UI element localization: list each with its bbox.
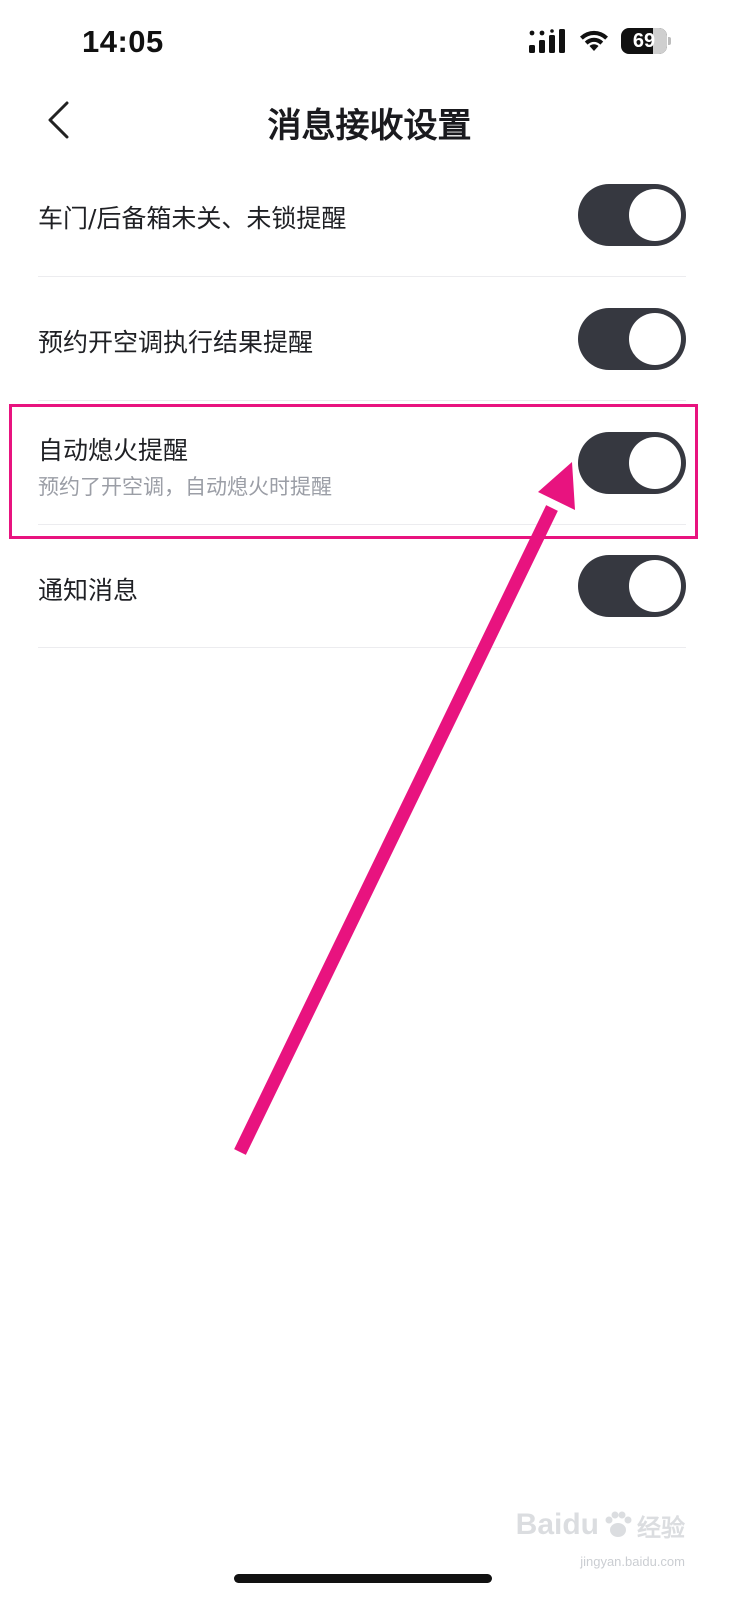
wifi-icon [580, 30, 608, 51]
ac-result-reminder-toggle[interactable] [578, 308, 686, 370]
toggle-knob [629, 189, 681, 241]
watermark-cn: 经验 [637, 1513, 685, 1542]
nav-bar: 消息接收设置 [0, 90, 739, 150]
status-icons: 69 [529, 28, 671, 54]
toggle-knob [629, 437, 681, 489]
battery-percent: 69 [632, 30, 656, 52]
setting-row-notification-messages: 通知消息 [38, 525, 686, 648]
toggle-knob [629, 313, 681, 365]
setting-label: 自动熄火提醒 [38, 436, 189, 465]
setting-label: 预约开空调执行结果提醒 [38, 328, 314, 357]
signal-icon [529, 29, 565, 53]
setting-row-door-trunk-reminder: 车门/后备箱未关、未锁提醒 [38, 154, 686, 277]
watermark-brand: Baidu [515, 1508, 599, 1541]
status-bar: 14:05 69 [0, 0, 739, 90]
page-title: 消息接收设置 [267, 106, 472, 146]
paw-icon [605, 1511, 632, 1537]
setting-label: 车门/后备箱未关、未锁提醒 [38, 204, 347, 233]
battery-body: 69 [621, 28, 667, 54]
battery-cap [668, 37, 671, 45]
baidu-jingyan-watermark: Baidu 经验 [516, 1500, 685, 1550]
status-time: 14:05 [82, 24, 164, 59]
auto-engine-off-reminder-toggle[interactable] [578, 432, 686, 494]
toggle-knob [629, 560, 681, 612]
setting-label: 通知消息 [38, 576, 139, 605]
setting-row-ac-result-reminder: 预约开空调执行结果提醒 [38, 277, 686, 401]
door-trunk-reminder-toggle[interactable] [578, 184, 686, 246]
battery-icon: 69 [621, 28, 671, 54]
watermark-url: jingyan.baidu.com [580, 1554, 685, 1569]
setting-sublabel: 预约了开空调，自动熄火时提醒 [38, 475, 332, 499]
home-indicator[interactable] [234, 1574, 492, 1583]
notification-messages-toggle[interactable] [578, 555, 686, 617]
setting-row-auto-engine-off-reminder: 自动熄火提醒 预约了开空调，自动熄火时提醒 [38, 401, 686, 525]
